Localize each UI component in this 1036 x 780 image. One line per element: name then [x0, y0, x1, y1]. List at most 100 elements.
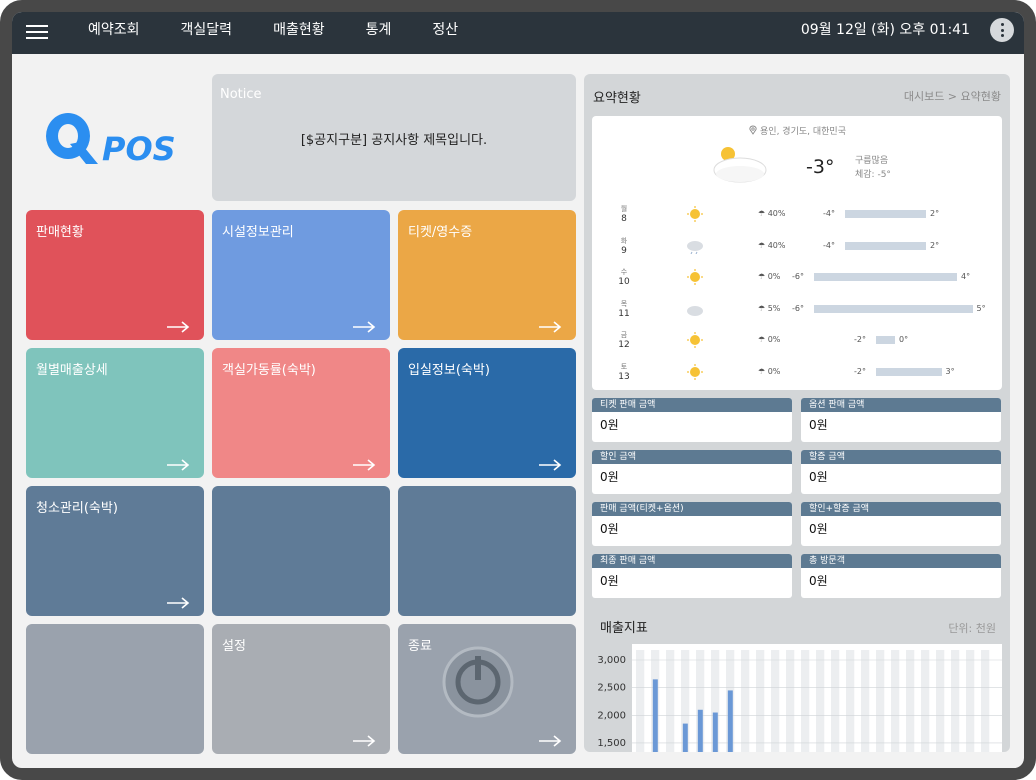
tile-room-occupancy[interactable]: 객실가동률(숙박): [212, 348, 390, 478]
card-ticket-sales: 티켓 판매 금액 0원: [592, 398, 792, 442]
forecast-high: 0°: [899, 335, 909, 344]
nav-statistics[interactable]: 통계: [366, 12, 392, 54]
forecast-weekday: 금: [620, 331, 628, 339]
arrow-right-icon: [353, 735, 376, 747]
cloud-icon: [687, 305, 703, 316]
forecast-precip: ☂ 5%: [758, 304, 780, 313]
partly-cloudy-icon: [713, 147, 767, 183]
card-label: 할인 금액: [592, 450, 792, 464]
tile-label: 시설정보관리: [222, 225, 294, 240]
power-icon: [442, 646, 514, 718]
feels-like: 체감: -5°: [855, 170, 891, 180]
umbrella-icon: ☂: [758, 303, 766, 313]
tile-facility-info[interactable]: 시설정보관리: [212, 210, 390, 340]
forecast-precip-value: 0%: [767, 366, 781, 376]
arrow-right-icon: [353, 459, 376, 471]
chart-column-band: [801, 650, 810, 752]
forecast-precip: ☂ 40%: [758, 241, 786, 250]
tile-sales-status[interactable]: 판매현황: [26, 210, 204, 340]
forecast-day: 목 11: [618, 299, 630, 319]
forecast-low: -6°: [792, 272, 804, 281]
breadcrumb[interactable]: 대시보드 > 요약현황: [904, 88, 1001, 104]
card-total-visitors: 총 방문객 0원: [801, 554, 1001, 598]
tile-empty-1[interactable]: [212, 486, 390, 616]
hamburger-menu-icon[interactable]: [26, 22, 48, 40]
main-nav: 예약조회 객실달력 매출현황 통계 정산: [88, 12, 499, 54]
chart-column-band: [906, 650, 915, 752]
arrow-right-icon: [167, 321, 190, 333]
rain-cloud-icon: [687, 240, 703, 254]
arrow-right-icon: [539, 735, 562, 747]
chart-bar: [727, 690, 733, 752]
tile-empty-2[interactable]: [398, 486, 576, 616]
card-label: 최종 판매 금액: [592, 554, 792, 568]
chart-y-tick: 2,500: [597, 683, 626, 694]
forecast-high: 5°: [976, 303, 986, 313]
tile-settings[interactable]: 설정: [212, 624, 390, 754]
chart-column-band: [891, 650, 900, 752]
forecast-precip: ☂ 0%: [758, 272, 780, 281]
forecast-day: 토 13: [618, 362, 630, 382]
forecast-weekday: 토: [620, 362, 628, 371]
card-surcharge: 할증 금액 0원: [801, 450, 1001, 494]
nav-room-calendar[interactable]: 객실달력: [181, 12, 233, 54]
forecast-precip-value: 5%: [767, 303, 781, 313]
card-value: 0원: [600, 470, 619, 484]
tile-checkin-info[interactable]: 입실정보(숙박): [398, 348, 576, 478]
nav-sales-status[interactable]: 매출현황: [273, 12, 325, 54]
notice-title: Notice: [220, 87, 262, 102]
card-label: 총 방문객: [801, 554, 1001, 568]
forecast-date: 12: [618, 340, 630, 350]
chart-column-band: [966, 650, 975, 752]
card-final-sales: 최종 판매 금액 0원: [592, 554, 792, 598]
tile-label: 종료: [408, 639, 432, 654]
forecast-temp-bar: [814, 273, 957, 281]
card-value: 0원: [809, 470, 828, 484]
chart-bar: [697, 709, 703, 752]
tile-empty-3[interactable]: [26, 624, 204, 754]
forecast-row: 목 11 ☂ 5% -6° 5°: [592, 295, 1002, 326]
qpos-logo: POS: [40, 108, 190, 172]
forecast-weekday: 수: [620, 268, 628, 276]
sun-icon: [687, 269, 703, 285]
nav-reservation[interactable]: 예약조회: [88, 12, 140, 54]
card-label: 할증 금액: [801, 450, 1001, 464]
chart-column-band: [936, 650, 945, 752]
tile-ticket-receipt[interactable]: 티켓/영수증: [398, 210, 576, 340]
tile-cleaning[interactable]: 청소관리(숙박): [26, 486, 204, 616]
forecast-precip-value: 40%: [767, 209, 786, 218]
weather-location-text: 용인, 경기도, 대한민국: [760, 127, 846, 137]
forecast-date: 13: [618, 371, 630, 382]
forecast-low: -4°: [823, 209, 835, 218]
umbrella-icon: ☂: [758, 366, 766, 376]
forecast-row: 화 9 ☂ 40% -4° 2°: [592, 232, 1002, 263]
more-options-icon[interactable]: [990, 18, 1014, 42]
sales-chart: 3,000 2,500 2,000 1,500: [592, 644, 1002, 752]
tile-label: 객실가동률(숙박): [222, 363, 316, 378]
card-value: 0원: [809, 574, 828, 588]
forecast-high: 4°: [961, 272, 971, 281]
notice-box[interactable]: Notice [$공지구분] 공지사항 제목입니다.: [212, 74, 576, 201]
chart-column-band: [636, 650, 645, 752]
forecast-precip: ☂ 40%: [758, 209, 786, 218]
umbrella-icon: ☂: [758, 209, 766, 218]
card-value: 0원: [809, 418, 828, 432]
sun-icon: [687, 332, 703, 348]
chart-column-band: [771, 650, 780, 752]
sun-icon: [687, 206, 703, 222]
forecast-temp-bar: [814, 304, 973, 313]
tile-exit[interactable]: 종료: [398, 624, 576, 754]
chart-column-band: [816, 650, 825, 752]
notice-text[interactable]: [$공지구분] 공지사항 제목입니다.: [212, 129, 576, 148]
nav-settlement[interactable]: 정산: [432, 12, 458, 54]
forecast-precip: ☂ 0%: [758, 335, 780, 344]
tile-monthly-sales[interactable]: 월별매출상세: [26, 348, 204, 478]
app-frame: 예약조회 객실달력 매출현황 통계 정산 09월 12일 (화) 오후 01:4…: [0, 0, 1036, 780]
forecast-weekday: 목: [620, 299, 628, 308]
sales-chart-svg: 3,000 2,500 2,000 1,500: [597, 644, 1002, 752]
arrow-right-icon: [353, 321, 376, 333]
chart-column-band: [756, 650, 765, 752]
forecast-day: 월8: [618, 204, 630, 224]
card-label: 옵션 판매 금액: [801, 398, 1001, 412]
card-option-sales: 옵션 판매 금액 0원: [801, 398, 1001, 442]
